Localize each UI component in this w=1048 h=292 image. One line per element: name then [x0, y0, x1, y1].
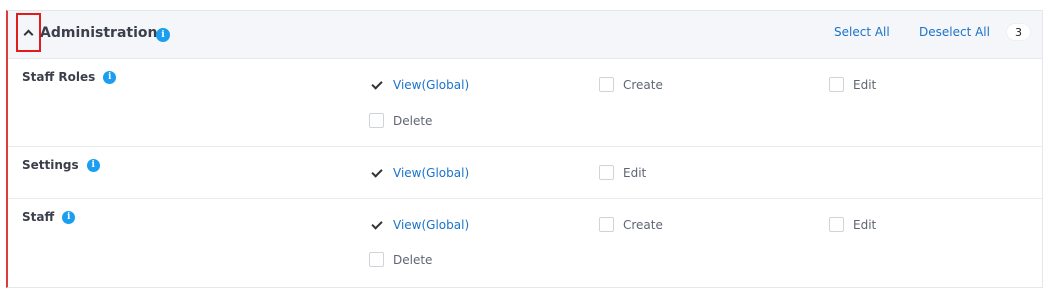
row-label: Settings	[22, 158, 79, 172]
info-icon[interactable]: i	[103, 70, 117, 84]
row-label: Staff Roles	[22, 70, 96, 84]
section-title: Administration	[40, 25, 158, 41]
checkbox-checked[interactable]	[369, 217, 384, 232]
permission-checkbox[interactable]: Edit	[599, 165, 646, 180]
checkbox[interactable]	[599, 217, 614, 232]
checkbox[interactable]	[829, 217, 844, 232]
permission-checkbox[interactable]: Delete	[369, 113, 432, 128]
permission-checkbox[interactable]: Create	[599, 77, 663, 92]
checkbox[interactable]	[369, 113, 384, 128]
collapse-toggle-button[interactable]	[16, 13, 41, 52]
permission-checkbox[interactable]: Create	[599, 217, 663, 232]
checkbox-checked[interactable]	[369, 77, 384, 92]
permission-checkbox[interactable]: Edit	[829, 77, 876, 92]
info-icon[interactable]: i	[86, 158, 100, 172]
permission-checkbox[interactable]: View(Global)	[369, 217, 469, 232]
count-badge: 3	[1006, 23, 1031, 41]
permission-label: Edit	[853, 217, 877, 232]
permission-label: Create	[623, 217, 663, 232]
checkbox[interactable]	[599, 77, 614, 92]
deselect-all-button[interactable]: Deselect All	[919, 25, 990, 39]
permission-checkbox[interactable]: Edit	[829, 217, 876, 232]
checkbox[interactable]	[369, 252, 384, 267]
section-header: Administration i Select All Deselect All…	[8, 11, 1042, 59]
permission-label: Delete	[393, 252, 433, 267]
permission-label: View(Global)	[393, 77, 470, 92]
checkbox[interactable]	[829, 77, 844, 92]
permission-checkbox[interactable]: View(Global)	[369, 77, 469, 92]
select-all-button[interactable]: Select All	[834, 25, 890, 39]
permission-label: Create	[623, 77, 663, 92]
permission-label: View(Global)	[393, 217, 470, 232]
permission-checkbox[interactable]: View(Global)	[369, 165, 469, 180]
permission-label: View(Global)	[393, 165, 470, 180]
permission-label: Delete	[393, 113, 433, 128]
permission-row: Settings i View(Global) Edit	[8, 147, 1042, 199]
permission-checkbox[interactable]: Delete	[369, 252, 432, 267]
info-icon[interactable]: i	[62, 210, 76, 224]
checkbox-checked[interactable]	[369, 165, 384, 180]
checkbox[interactable]	[599, 165, 614, 180]
permission-row: Staff Roles i View(Global) Create Edit D…	[8, 59, 1042, 147]
info-icon[interactable]: i	[156, 28, 170, 42]
permission-row: Staff i View(Global) Create Edit Delete	[8, 199, 1042, 287]
permissions-panel: Administration i Select All Deselect All…	[6, 10, 1043, 288]
permission-label: Edit	[623, 165, 647, 180]
row-label: Staff	[22, 210, 55, 224]
permission-label: Edit	[853, 77, 877, 92]
chevron-up-icon	[23, 29, 34, 40]
